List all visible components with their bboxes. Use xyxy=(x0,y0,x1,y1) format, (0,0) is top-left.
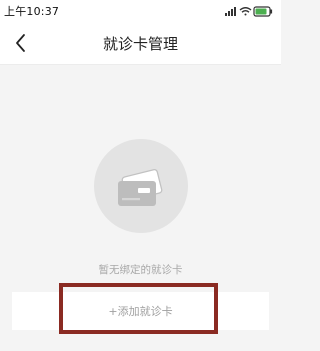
page-title: 就诊卡管理 xyxy=(102,35,178,53)
card-icon xyxy=(118,168,163,206)
add-card-button[interactable]: +添加就诊卡 xyxy=(12,292,269,330)
status-icons-graphic xyxy=(225,6,273,17)
battery-icon xyxy=(253,6,273,17)
wifi-icon xyxy=(239,7,252,16)
add-card-bar: +添加就诊卡 xyxy=(12,292,269,330)
status-bar: 上午10:37 xyxy=(0,0,281,22)
status-icons xyxy=(225,3,275,19)
status-time: 上午10:37 xyxy=(4,5,60,18)
signal-icon xyxy=(225,7,236,16)
empty-illustration xyxy=(94,139,188,233)
empty-state-message: 暂无绑定的就诊卡 xyxy=(98,264,183,276)
app-header: 就诊卡管理 xyxy=(0,22,281,65)
